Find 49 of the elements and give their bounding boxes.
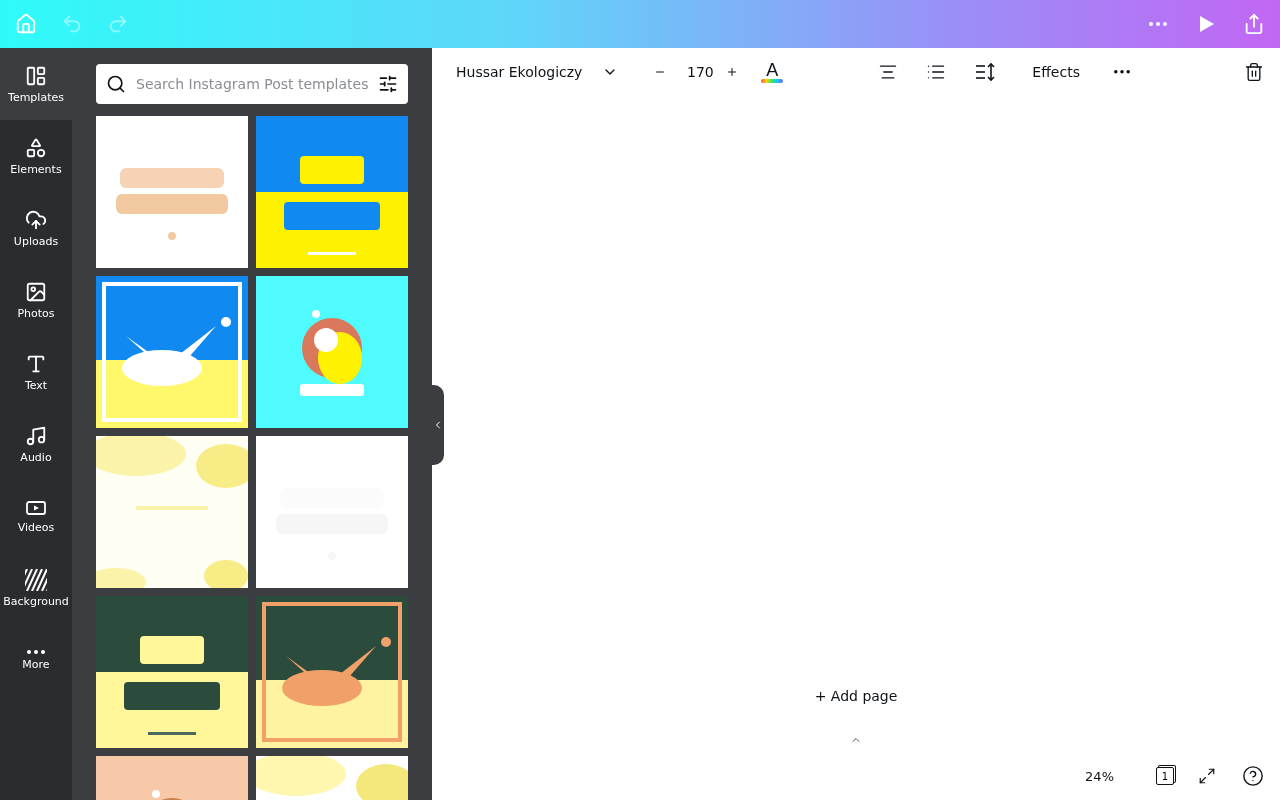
trash-icon xyxy=(1244,62,1264,82)
plus-icon xyxy=(726,66,739,78)
share-icon xyxy=(1243,13,1265,35)
sidebar-tab[interactable]: Uploads xyxy=(0,192,72,264)
tab-label: Uploads xyxy=(13,234,59,248)
sidebar-tab[interactable]: Videos xyxy=(0,480,72,552)
sidebar-tab[interactable]: Background xyxy=(0,552,72,624)
sidebar-tab[interactable]: Elements xyxy=(0,120,72,192)
sidebar-tab[interactable]: More xyxy=(0,624,72,696)
add-page-button[interactable]: + Add page xyxy=(810,684,902,708)
search-field[interactable]: Search Instagram Post templates xyxy=(134,75,370,93)
search-icon xyxy=(106,74,126,94)
shapes-icon xyxy=(25,136,47,159)
sidebar-tab[interactable]: Audio xyxy=(0,408,72,480)
sliders-icon[interactable] xyxy=(378,74,398,94)
templates-icon xyxy=(25,64,47,87)
image-icon xyxy=(25,280,47,303)
effects-button[interactable]: Effects xyxy=(1028,60,1084,84)
video-icon xyxy=(25,498,47,517)
expand-icon xyxy=(1198,767,1216,785)
page-count-button[interactable]: 1 xyxy=(1156,767,1174,785)
tab-label: Elements xyxy=(10,162,62,176)
tab-label: More xyxy=(22,657,50,671)
tab-label: Templates xyxy=(8,90,64,104)
cloud-upload-icon xyxy=(25,208,47,231)
stripes-icon xyxy=(25,568,47,591)
zoom-button[interactable]: 24% xyxy=(1081,764,1118,788)
more-icon xyxy=(27,649,45,654)
help-icon xyxy=(1242,765,1264,787)
tab-label: Videos xyxy=(17,520,55,534)
more-icon xyxy=(1113,70,1130,74)
search-box[interactable]: Search Instagram Post templates xyxy=(96,64,408,104)
sidebar-tab[interactable]: Photos xyxy=(0,264,72,336)
more-icon xyxy=(1149,22,1167,26)
home-icon xyxy=(15,13,37,35)
sidebar-tab[interactable]: Text xyxy=(0,336,72,408)
music-icon xyxy=(25,424,47,447)
undo-icon xyxy=(61,13,83,35)
tab-label: Background xyxy=(3,594,69,608)
tab-label: Audio xyxy=(20,450,52,464)
redo-icon xyxy=(107,13,129,35)
text-color-button[interactable]: A xyxy=(760,61,785,83)
font-dropdown[interactable]: Hussar Ekologiczy xyxy=(452,60,623,84)
sidebar-tab[interactable]: Templates xyxy=(0,48,72,120)
collapse-handle[interactable] xyxy=(432,385,444,465)
tab-label: Photos xyxy=(17,306,55,320)
play-icon xyxy=(1197,15,1215,33)
font-size-field[interactable]: 170 xyxy=(678,64,723,80)
tab-label: Text xyxy=(24,378,48,392)
